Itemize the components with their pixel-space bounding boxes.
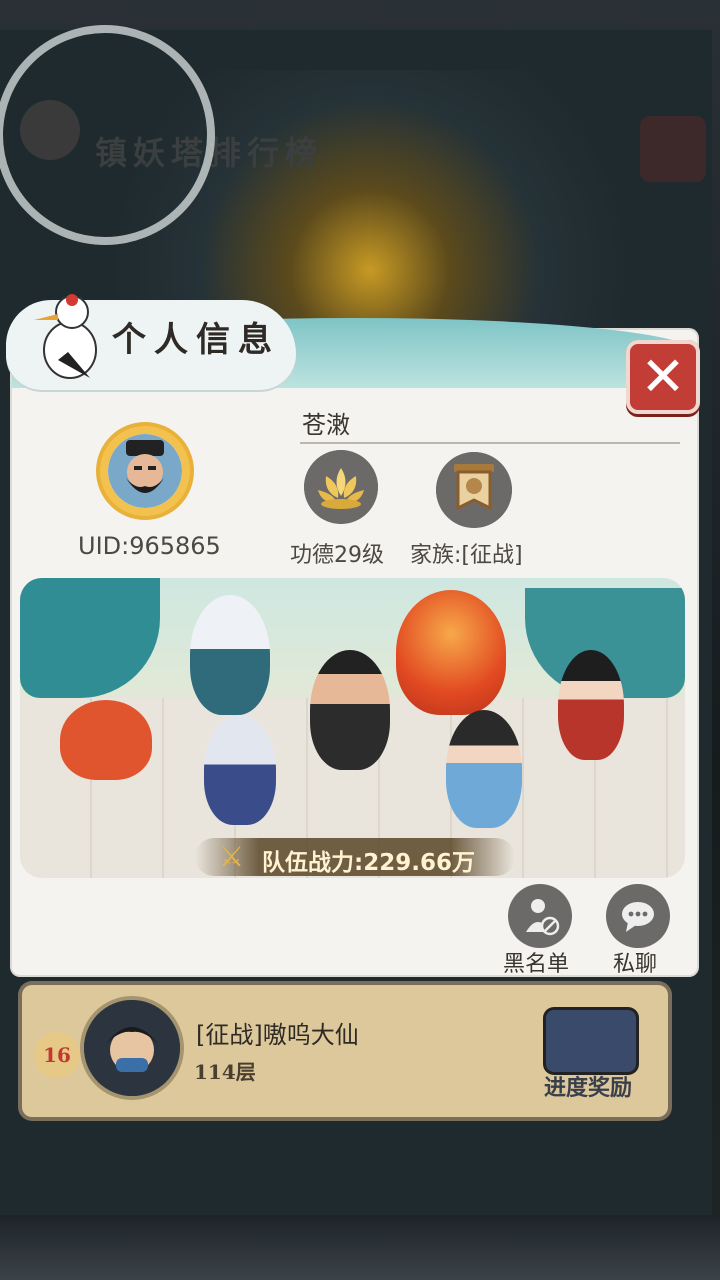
blacklist-button[interactable] — [508, 884, 572, 948]
family-banner-icon[interactable] — [436, 452, 512, 528]
hero-silver-warrior — [204, 715, 276, 825]
treasure-chest-icon[interactable] — [546, 1010, 636, 1072]
blacklist-label[interactable]: 黑名单 — [503, 946, 569, 978]
rank-number: 16 — [34, 1032, 80, 1078]
close-icon: ✕ — [640, 345, 686, 408]
bottom-shadow — [0, 1215, 720, 1280]
crane-icon — [34, 294, 97, 379]
player-name: 苍潄 — [302, 411, 350, 439]
private-chat-button[interactable] — [606, 884, 670, 948]
camera-glare — [0, 25, 215, 245]
close-button[interactable]: ✕ — [626, 340, 700, 414]
hero-red-scholar — [558, 650, 624, 760]
blacklist-person-icon — [526, 899, 560, 936]
rank-floor: 114层 — [194, 1060, 256, 1084]
panel-title: 个人信息 — [112, 320, 280, 360]
family-label: 家族:[征战] — [410, 543, 523, 568]
hero-fire-beast — [60, 700, 152, 780]
hero-bearded-general — [310, 650, 390, 770]
uid-label: UID:965865 — [78, 532, 221, 560]
chat-bubble-icon — [622, 902, 654, 932]
progress-reward-label[interactable]: 进度奖励 — [544, 1070, 632, 1102]
private-chat-label[interactable]: 私聊 — [613, 946, 657, 978]
lotus-icon[interactable] — [304, 450, 378, 524]
rank-player-name: [征战]嗷呜大仙 — [196, 1021, 359, 1049]
merit-level-label: 功德29级 — [290, 543, 384, 568]
hero-lady-blue — [446, 710, 522, 828]
rank-avatar — [84, 1000, 180, 1096]
team-power-label: 队伍战力:229.66万 — [262, 850, 475, 876]
arena-tree-left — [20, 578, 160, 698]
player-avatar — [108, 434, 182, 508]
background-close-icon — [640, 116, 706, 182]
name-divider — [300, 442, 680, 444]
hero-white-sage — [190, 595, 270, 715]
hero-flame-spirit — [396, 590, 506, 715]
crossed-swords-icon: ⚔ — [219, 840, 245, 873]
